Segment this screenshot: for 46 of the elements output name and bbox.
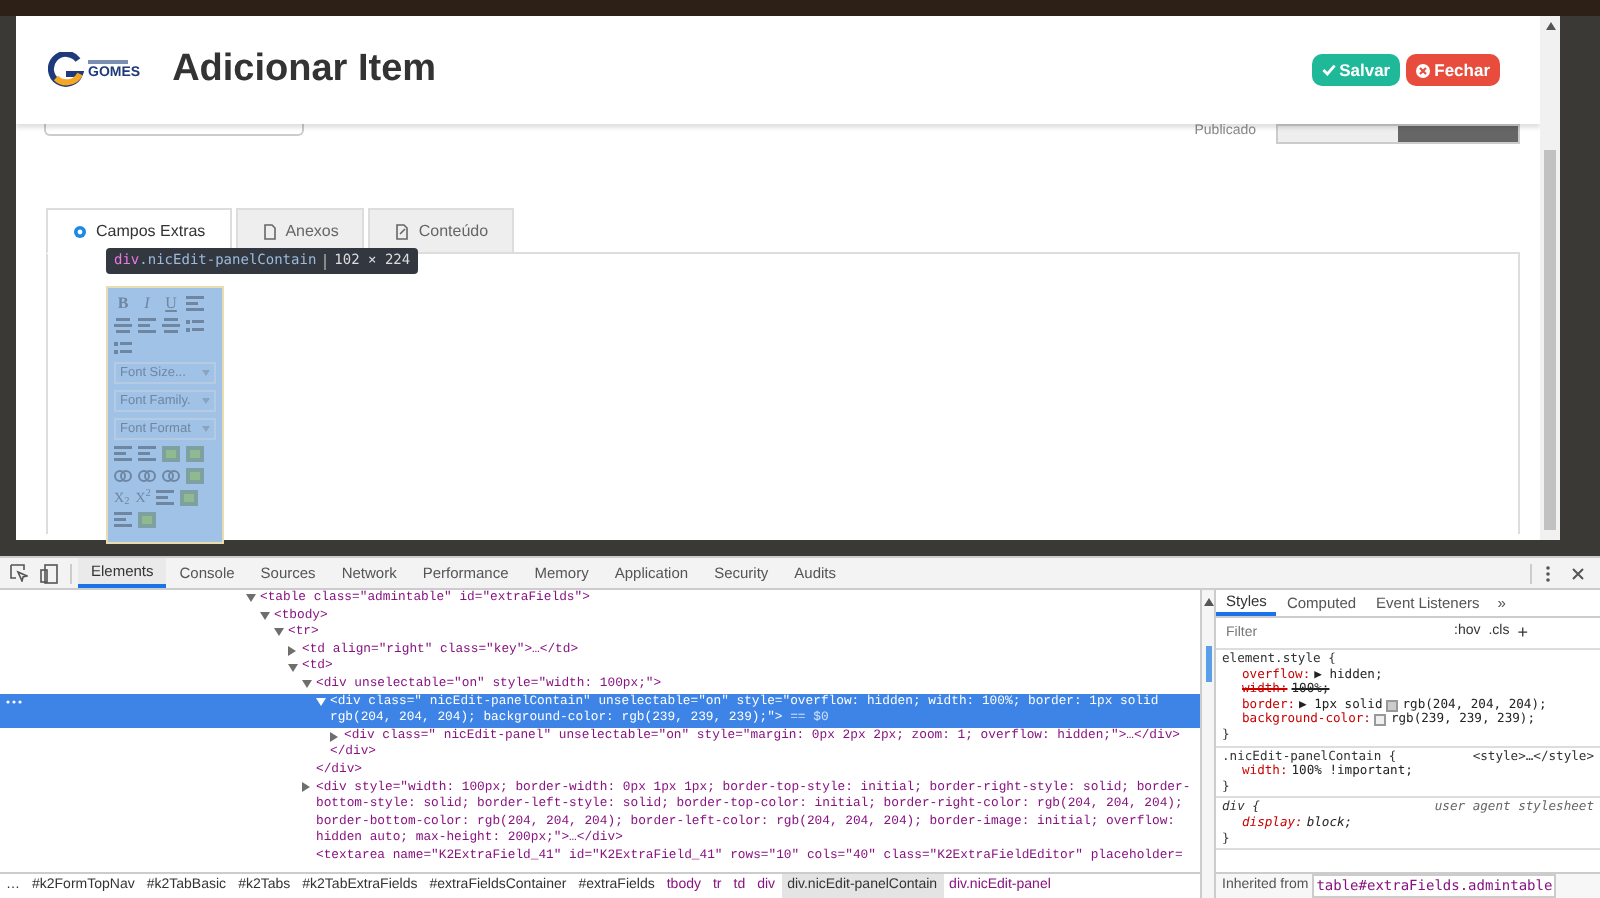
scrollbar-thumb[interactable] bbox=[1544, 150, 1556, 530]
close-button[interactable]: Fechar bbox=[1406, 54, 1500, 86]
align-left-icon[interactable] bbox=[186, 296, 204, 312]
more-dots-icon[interactable] bbox=[6, 699, 22, 704]
collapsed-arrow-icon[interactable] bbox=[330, 731, 338, 742]
scrollbar-thumb[interactable] bbox=[1205, 646, 1211, 682]
strikethrough-icon[interactable] bbox=[156, 490, 175, 506]
collapsed-arrow-icon[interactable] bbox=[302, 782, 310, 793]
content-tab[interactable]: Conteúdo bbox=[368, 208, 515, 254]
align-center-icon[interactable] bbox=[114, 318, 132, 334]
list-icon[interactable] bbox=[186, 318, 204, 334]
caret-icon bbox=[202, 398, 210, 404]
color-swatch[interactable] bbox=[1374, 714, 1387, 727]
inspect-element-icon[interactable] bbox=[10, 564, 28, 582]
collapsed-arrow-icon[interactable] bbox=[288, 645, 296, 656]
image-icon[interactable] bbox=[138, 512, 156, 528]
add-rule-button[interactable]: + bbox=[1517, 619, 1528, 647]
logo-mark-icon bbox=[48, 52, 84, 88]
file-icon bbox=[261, 223, 278, 239]
content-tab[interactable]: Campos Extras bbox=[46, 208, 232, 254]
rule-icon[interactable] bbox=[114, 512, 132, 528]
caret-icon bbox=[202, 426, 210, 432]
device-toolbar-icon[interactable] bbox=[40, 563, 58, 583]
color-swatch[interactable] bbox=[1386, 699, 1399, 712]
indent-icon[interactable] bbox=[114, 446, 132, 462]
check-icon bbox=[1321, 64, 1336, 76]
expanded-arrow-icon[interactable] bbox=[246, 594, 256, 603]
image-icon[interactable] bbox=[180, 490, 199, 506]
expanded-arrow-icon[interactable] bbox=[288, 663, 298, 672]
file-edit-icon bbox=[394, 223, 411, 239]
scroll-up-arrow-icon[interactable] bbox=[1545, 22, 1555, 30]
scroll-up-arrow-icon[interactable] bbox=[1203, 598, 1213, 606]
expanded-arrow-icon[interactable] bbox=[274, 628, 284, 637]
outdent-icon[interactable] bbox=[138, 446, 156, 462]
align-right-icon[interactable] bbox=[138, 318, 156, 334]
input-field[interactable] bbox=[44, 124, 304, 136]
expanded-arrow-icon[interactable] bbox=[302, 680, 312, 689]
close-icon[interactable] bbox=[1572, 567, 1584, 579]
caret-icon bbox=[202, 370, 210, 376]
expanded-arrow-icon[interactable] bbox=[260, 611, 270, 620]
publish-toggle[interactable] bbox=[1276, 124, 1520, 144]
expanded-arrow-icon[interactable] bbox=[316, 697, 326, 706]
page-title: Adicionar Item bbox=[172, 45, 437, 94]
close-circle-icon bbox=[1416, 63, 1431, 77]
list-icon[interactable] bbox=[114, 340, 132, 356]
align-justify-icon[interactable] bbox=[162, 318, 180, 334]
